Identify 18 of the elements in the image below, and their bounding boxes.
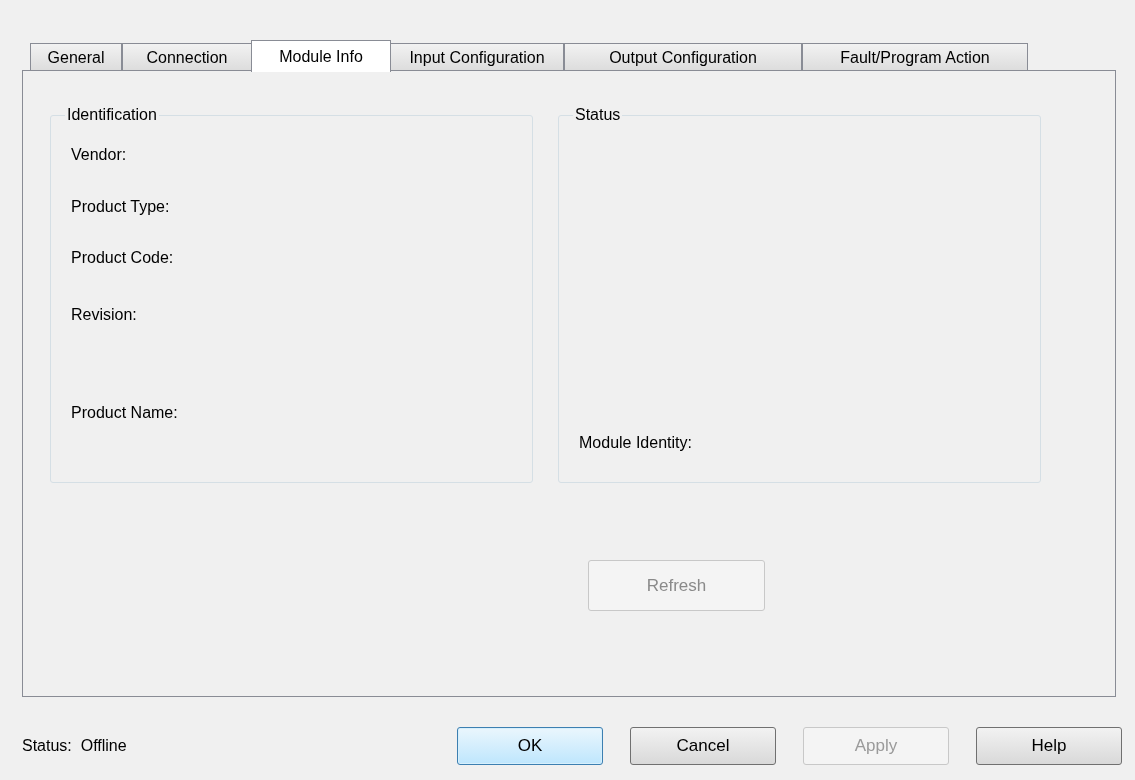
tab[interactable]: Output Configuration bbox=[564, 43, 802, 71]
tab[interactable]: General bbox=[30, 43, 122, 71]
tab[interactable]: Connection bbox=[122, 43, 252, 71]
tab[interactable]: Module Info bbox=[251, 40, 391, 72]
field-label: Product Type: bbox=[71, 197, 170, 217]
field-label: Revision: bbox=[71, 305, 137, 325]
tab[interactable]: Fault/Program Action bbox=[802, 43, 1028, 71]
field-label: Product Code: bbox=[71, 248, 174, 268]
tab[interactable]: Input Configuration bbox=[390, 43, 564, 71]
group-title: Identification bbox=[67, 106, 157, 123]
dialog-button[interactable]: Cancel bbox=[630, 727, 776, 765]
field-label: Module Identity: bbox=[579, 433, 692, 453]
field-label: Vendor: bbox=[71, 145, 127, 165]
group-title: Status bbox=[575, 106, 621, 123]
status-text: Status: Offline bbox=[22, 736, 127, 756]
dialog-button[interactable]: Help bbox=[976, 727, 1122, 765]
field-label: Product Name: bbox=[71, 403, 178, 423]
dialog-button[interactable]: OK bbox=[457, 727, 603, 765]
